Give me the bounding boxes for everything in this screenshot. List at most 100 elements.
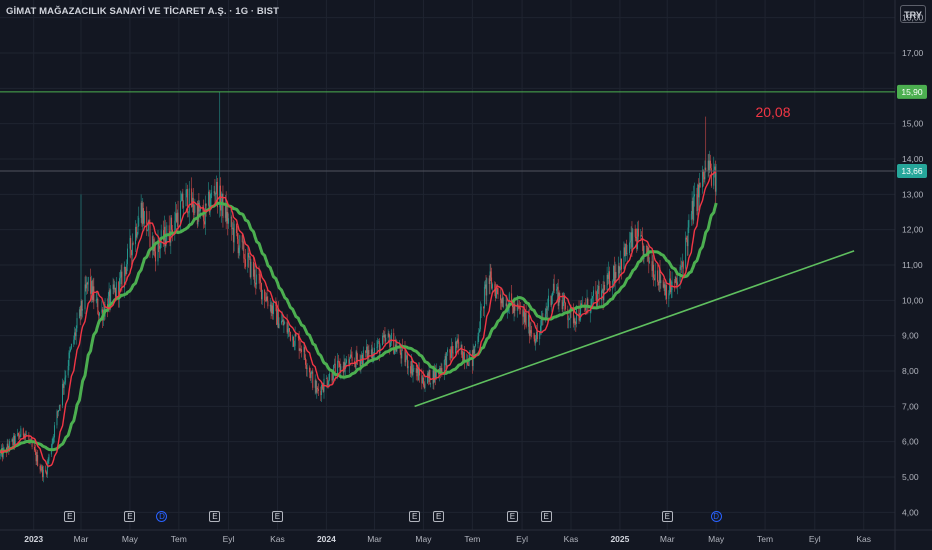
earnings-marker[interactable]: E [409,511,421,522]
candle-body [282,319,284,326]
candle-body [421,375,423,384]
currency-button[interactable]: TRY [900,5,926,23]
candle-body [350,354,352,357]
candle-body [256,274,258,285]
candle-body [70,343,72,349]
candle-body [463,352,464,361]
candle-body [82,309,84,311]
earnings-marker[interactable]: E [433,511,445,522]
candle-body [233,223,235,243]
candle-body [609,271,610,290]
candle-body [25,433,27,435]
candle-body [524,311,525,323]
candle-body [376,347,378,349]
candle-body [46,471,47,475]
candle-body [523,311,525,317]
candle-body [654,270,656,281]
candle-body [503,306,505,307]
candle-body [680,266,682,268]
earnings-marker[interactable]: E [64,511,76,522]
candle-body [295,334,297,337]
candle-body [665,285,667,296]
candle-body [601,289,603,291]
candle-body [143,208,145,224]
candle-body [645,246,647,247]
candle-body [524,312,526,323]
candle-body [361,354,363,359]
earnings-marker[interactable]: E [124,511,136,522]
dividend-marker[interactable]: D [710,511,722,522]
candle-body [67,365,69,376]
candle-body [14,435,16,445]
candle-body [641,236,643,245]
candle-body [58,410,59,413]
earnings-marker[interactable]: E [540,511,552,522]
candle-body [181,193,183,201]
candle-body [182,193,184,208]
candle-body [76,318,78,329]
candle-body [618,265,620,274]
candle-body [576,308,578,324]
candle-body [101,309,103,313]
candle-body [415,368,417,373]
candle-body [564,302,566,310]
earnings-marker[interactable]: E [271,511,283,522]
candle-body [289,331,291,341]
candle-body [520,308,521,310]
candle-body [300,348,302,350]
candle-body [479,310,481,330]
candle-body [132,243,134,245]
earnings-marker[interactable]: E [209,511,221,522]
candle-body [115,287,116,297]
candle-body [460,344,462,348]
candle-body [615,272,617,278]
candle-body [595,290,597,295]
candle-body [674,281,675,283]
candle-body [473,349,475,354]
candle-body [129,238,131,249]
candle-body [80,301,82,317]
candle-body [664,284,666,296]
candle-body [512,307,514,313]
time-tick-label: Kas [270,534,285,544]
candle-body [568,318,570,320]
time-tick-label: Eyl [809,534,821,544]
candle-body [637,228,639,237]
candle-body [556,286,558,290]
candle-body [410,366,412,374]
candle-body [231,217,233,230]
candle-body [572,310,574,324]
candle-body [496,288,498,289]
price-tick-label: 10,00 [902,295,924,305]
candle-body [629,242,630,253]
earnings-marker[interactable]: E [506,511,518,522]
candle-body [12,439,14,445]
candle-body [322,388,324,392]
candle-body [293,336,294,347]
candle-body [451,346,452,358]
candle-body [477,336,479,344]
time-tick-label: Kas [564,534,579,544]
candle-body [20,428,22,437]
candle-body [86,282,88,289]
candle-body [626,252,628,255]
candle-body [484,284,486,287]
price-chart[interactable]: 18,0017,0016,0015,0014,0013,0012,0011,00… [0,0,932,550]
candle-body [332,379,334,381]
candle-body [586,298,588,306]
candle-body [328,379,330,385]
candle-body [273,302,274,314]
earnings-marker[interactable]: E [661,511,673,522]
candle-body [573,318,575,324]
time-tick-label: Kas [856,534,871,544]
time-tick-label: Eyl [223,534,235,544]
candle-body [631,232,633,248]
candle-body [261,290,263,300]
candle-body [125,268,127,274]
candle-body [410,360,412,374]
candle-body [562,302,564,310]
time-tick-label: Tem [464,534,480,544]
candle-body [575,322,577,324]
candle-body [385,337,387,342]
candle-body [51,442,53,449]
